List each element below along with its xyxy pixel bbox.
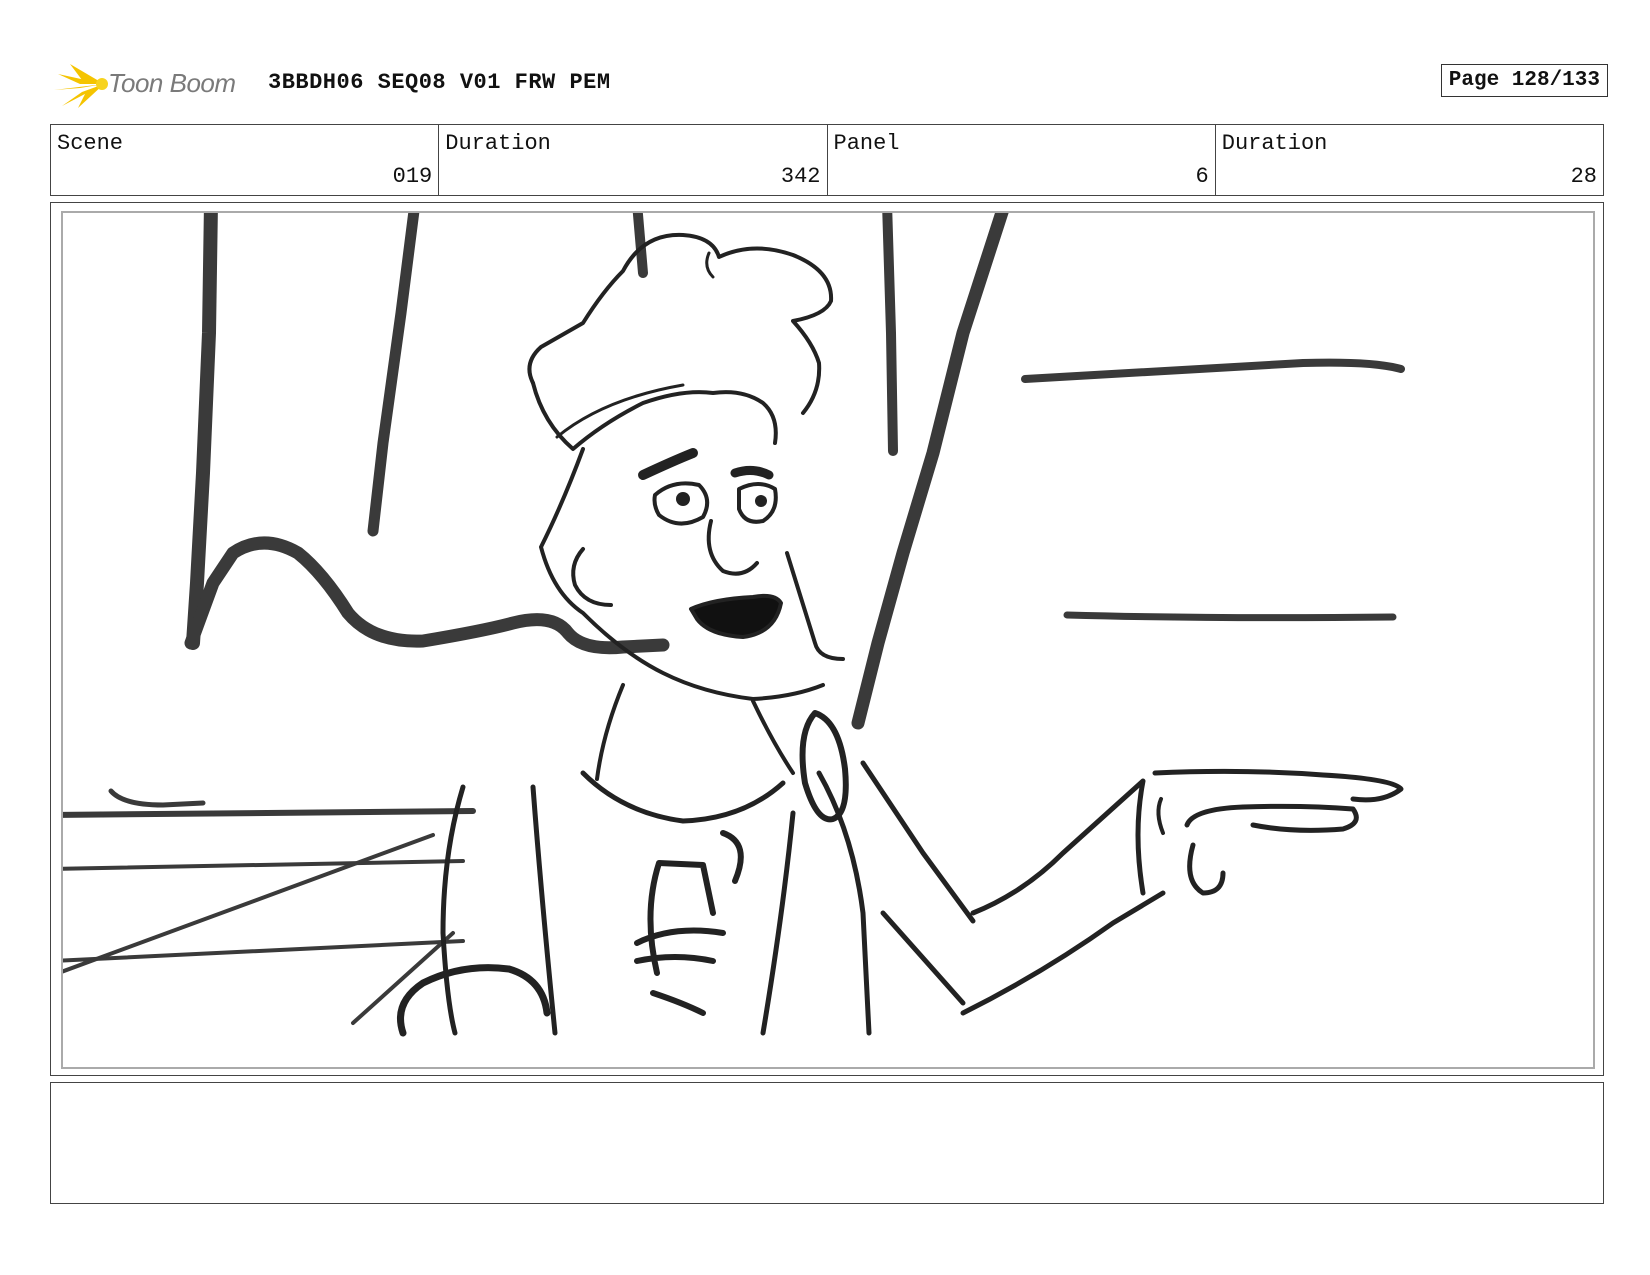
bg-post-b [632,213,648,278]
character-hand [1152,768,1404,896]
scene-duration-value: 342 [780,164,821,189]
scene-duration-label: Duration [445,131,551,156]
panel-duration-value: 28 [1570,164,1597,189]
character-face-left [539,447,825,701]
character-brow-right [730,465,774,480]
panel-drawing-area [61,211,1595,1069]
character-ear [571,547,613,607]
character-thumb [1156,797,1165,835]
document-title: 3BBDH06 SEQ08 V01 FRW PEM [268,70,611,95]
character-brow-left [638,448,698,480]
panel-cell: Panel 6 [828,125,1216,195]
bg-line-mid-right [1063,611,1397,622]
character-nose [706,519,759,576]
panel-value: 6 [1195,164,1209,189]
panel-duration-label: Duration [1221,131,1328,156]
character-shirt-logo [634,830,744,1016]
character-pupil-right [755,495,767,507]
bg-table-edge [63,808,476,818]
panel-notes [50,1082,1604,1204]
scene-info-table: Scene 019 Duration 342 Panel 6 Duration … [50,124,1604,196]
character-jaw [785,551,845,661]
bg-diagonal [851,213,1009,730]
page-header: Toon Boom 3BBDH06 SEQ08 V01 FRW PEM Page… [52,58,1608,110]
bg-post-a [367,213,420,537]
character-arm-right-upper [860,760,976,1006]
character-hair-curl [705,251,715,279]
storyboard-sketch [63,213,1405,1037]
logo-text: Toon Boom [108,68,236,98]
character-arm-right [960,778,1166,1016]
character-mouth [689,593,783,639]
bg-line-top-right [1021,358,1405,383]
scene-cell: Scene 019 [51,125,440,195]
bg-table-lip [108,788,206,808]
character-pupil-left [676,492,690,506]
burst-icon [54,64,108,108]
bg-wavy-line [184,536,670,655]
character-necklace [799,710,849,823]
bg-post-c [882,213,898,456]
character-torso-left [440,784,558,1036]
scene-label: Scene [57,131,124,156]
bg-line-slant [63,833,435,974]
character-arm-left [397,964,551,1037]
panel-label: Panel [833,131,900,156]
panel-duration-cell: Duration 28 [1216,125,1603,195]
storyboard-panel [50,202,1604,1076]
page-number: Page 128/133 [1440,64,1608,97]
character-collar [580,770,786,824]
toon-boom-logo: Toon Boom [52,58,252,110]
bg-line-low-1 [63,859,465,871]
character-hair-front [531,381,778,451]
character-hair-line-2 [555,383,685,439]
scene-duration-cell: Duration 342 [439,125,828,195]
scene-value: 019 [392,164,433,189]
